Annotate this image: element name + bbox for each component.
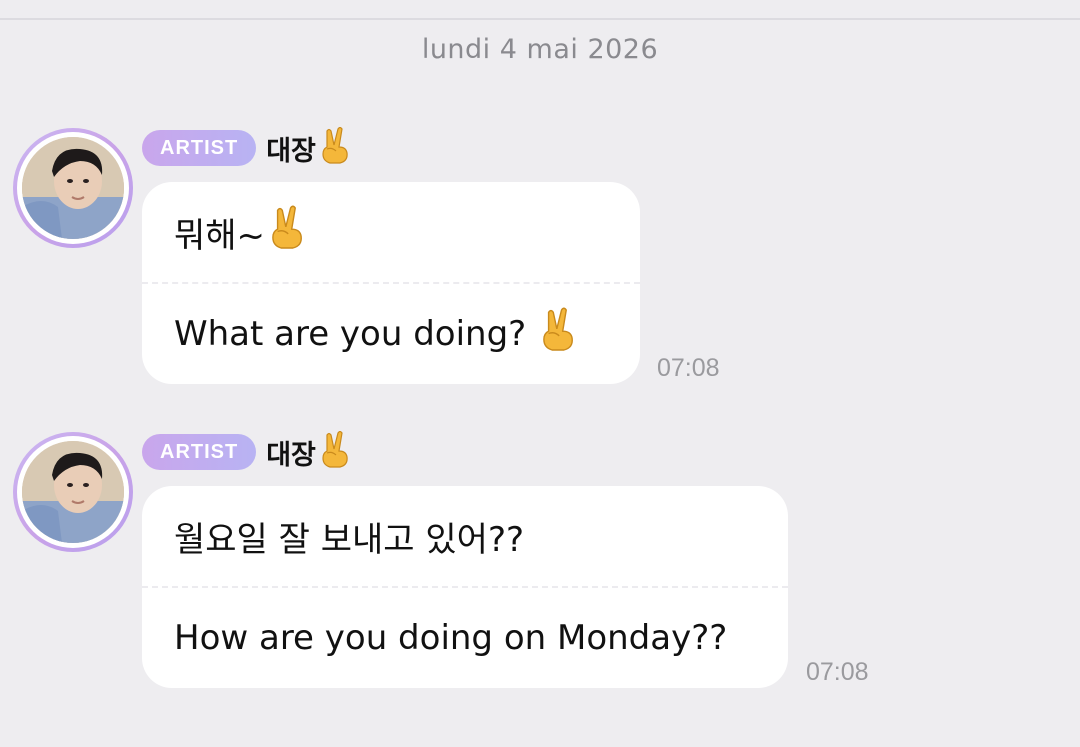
- message-time: 07:08: [657, 354, 720, 382]
- sender-row: ARTIST 대장: [142, 126, 352, 169]
- top-divider: [0, 18, 1080, 20]
- victory-hand-icon: [318, 126, 352, 169]
- translated-text-section: What are you doing?: [142, 284, 640, 384]
- message-item: ARTIST 대장 월요일 잘 보내고 있어?? How are you doi…: [0, 430, 1080, 692]
- sender-name[interactable]: 대장: [266, 129, 316, 168]
- message-bubble[interactable]: 월요일 잘 보내고 있어?? How are you doing on Mond…: [142, 486, 788, 688]
- victory-hand-icon: [318, 430, 352, 473]
- avatar[interactable]: [13, 432, 133, 552]
- avatar-photo: [22, 441, 124, 543]
- translated-text-section: How are you doing on Monday??: [142, 588, 788, 688]
- victory-hand-icon: [267, 204, 307, 261]
- message-item: ARTIST 대장 뭐해~ What are you doing? 07:08: [0, 126, 1080, 388]
- sender-name[interactable]: 대장: [266, 433, 316, 472]
- message-bubble[interactable]: 뭐해~ What are you doing?: [142, 182, 640, 384]
- original-text: 월요일 잘 보내고 있어??: [174, 519, 525, 560]
- original-text-section: 월요일 잘 보내고 있어??: [142, 486, 788, 586]
- translated-text: How are you doing on Monday??: [174, 618, 728, 658]
- avatar[interactable]: [13, 128, 133, 248]
- artist-badge: ARTIST: [142, 434, 257, 470]
- avatar-photo: [22, 137, 124, 239]
- message-time: 07:08: [806, 658, 869, 686]
- original-text: 뭐해~: [174, 215, 266, 256]
- artist-badge: ARTIST: [142, 130, 257, 166]
- date-separator: lundi 4 mai 2026: [421, 34, 659, 65]
- victory-hand-icon: [538, 306, 578, 363]
- original-text-section: 뭐해~: [142, 182, 640, 282]
- sender-row: ARTIST 대장: [142, 430, 352, 473]
- translated-text: What are you doing?: [174, 314, 527, 354]
